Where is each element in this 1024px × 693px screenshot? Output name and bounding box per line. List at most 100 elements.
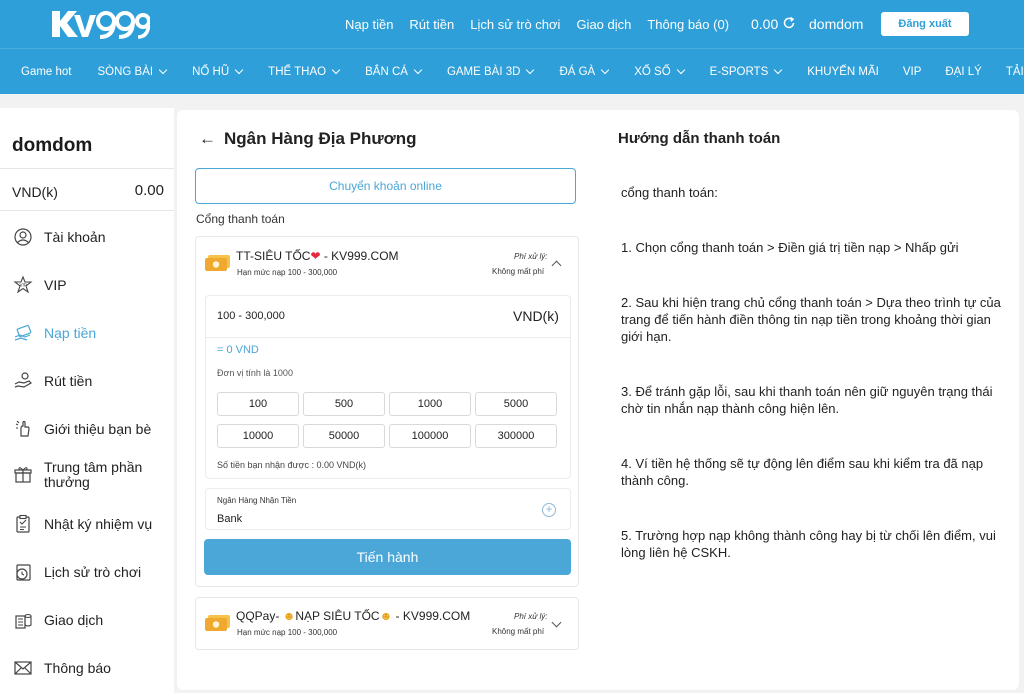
receiving-bank-select[interactable] bbox=[205, 488, 571, 530]
amount-chip[interactable]: 100000 bbox=[389, 424, 471, 448]
main-nav-item[interactable]: E-SPORTS bbox=[709, 65, 783, 78]
smile-emoji-icon: ☻ bbox=[379, 609, 393, 623]
guide-step: cổng thanh toán: bbox=[621, 185, 718, 200]
main-nav-item[interactable]: SÒNG BÀI bbox=[97, 65, 168, 78]
sidebar-divider bbox=[0, 168, 174, 169]
cash-icon bbox=[205, 615, 230, 631]
chevron-down-icon bbox=[331, 65, 341, 74]
proceed-button[interactable]: Tiến hành bbox=[204, 539, 571, 575]
sidebar-item-withdraw[interactable]: Rút tiền bbox=[12, 370, 172, 392]
sidebar-item-rewards-center[interactable]: Trung tâm phần thưởng bbox=[12, 460, 172, 490]
amount-chip[interactable]: 300000 bbox=[475, 424, 557, 448]
add-circle-icon[interactable]: + bbox=[542, 503, 556, 517]
main-nav-item[interactable]: KHUYẾN MÃI bbox=[807, 66, 879, 78]
refresh-icon[interactable] bbox=[782, 16, 796, 33]
chevron-down-icon bbox=[600, 65, 610, 74]
main-nav-item[interactable]: ĐÁ GÀ bbox=[559, 65, 610, 78]
gateway-name-suffix: - KV999.COM bbox=[320, 249, 399, 263]
sidebar-item-label: Rút tiền bbox=[44, 372, 93, 389]
top-nav-deposit[interactable]: Nạp tiền bbox=[345, 17, 393, 32]
sidebar-item-task-log[interactable]: Nhật ký nhiệm vụ bbox=[12, 513, 172, 535]
sidebar-item-label: Thông báo bbox=[44, 659, 111, 676]
main-nav-item[interactable]: XỔ SỐ bbox=[634, 65, 685, 78]
balance-display: 0.00 bbox=[751, 0, 796, 48]
main-nav-label: E-SPORTS bbox=[709, 65, 769, 78]
guide-step: 2. Sau khi hiện trang chủ cổng thanh toá… bbox=[621, 295, 1001, 344]
main-nav-item[interactable]: TẢI APP bbox=[1006, 66, 1024, 78]
main-nav-item[interactable]: NỔ HŨ bbox=[192, 65, 244, 78]
gateway-limit: Hạn mức nạp 100 - 300,000 bbox=[237, 628, 338, 637]
receive-amount-note: Số tiền bạn nhận được : 0.00 VND(k) bbox=[217, 460, 367, 470]
top-header: Nạp tiền Rút tiền Lịch sử trò chơi Giao … bbox=[0, 0, 1024, 48]
main-nav-label: BẮN CÁ bbox=[365, 65, 408, 78]
task-log-icon bbox=[12, 513, 34, 535]
main-nav-item[interactable]: THỂ THAO bbox=[268, 65, 341, 78]
amount-chip[interactable]: 500 bbox=[303, 392, 385, 416]
main-nav-item[interactable]: Game hot bbox=[21, 66, 72, 78]
sidebar-divider bbox=[0, 210, 174, 211]
main-nav-item[interactable]: BẮN CÁ bbox=[365, 65, 423, 78]
main-nav-item[interactable]: ĐẠI LÝ bbox=[945, 66, 981, 78]
sidebar-item-notifications[interactable]: Thông báo bbox=[12, 657, 172, 679]
top-nav: Nạp tiền Rút tiền Lịch sử trò chơi Giao … bbox=[345, 0, 745, 48]
top-nav-game-history[interactable]: Lịch sử trò chơi bbox=[470, 17, 560, 32]
chevron-down-icon bbox=[234, 65, 244, 74]
payment-guide-title: Hướng dẫn thanh toán bbox=[618, 130, 781, 147]
sidebar-currency: VND(k) bbox=[12, 184, 58, 200]
account-sidebar: domdom VND(k) 0.00 Tài khoản VIP VIP Nạp ti… bbox=[0, 108, 174, 693]
sidebar-balance: 0.00 bbox=[134, 182, 164, 199]
guide-step: 1. Chọn cổng thanh toán > Điền giá trị t… bbox=[621, 240, 959, 255]
amount-input[interactable]: 100 - 300,000 bbox=[217, 310, 285, 322]
tab-online-transfer[interactable]: Chuyển khoản online bbox=[195, 168, 576, 204]
gateway-name-suffix: - KV999.COM bbox=[392, 609, 471, 623]
amount-chip[interactable]: 1000 bbox=[389, 392, 471, 416]
amount-chip[interactable]: 10000 bbox=[217, 424, 299, 448]
cash-icon bbox=[205, 255, 230, 271]
amount-chip[interactable]: 100 bbox=[217, 392, 299, 416]
amount-chip[interactable]: 50000 bbox=[303, 424, 385, 448]
referral-icon bbox=[12, 418, 34, 440]
logout-button[interactable]: Đăng xuất bbox=[881, 12, 969, 36]
chevron-down-icon bbox=[774, 65, 783, 74]
kv999-logo[interactable] bbox=[46, 6, 150, 42]
main-nav-label: GAME BÀI 3D bbox=[446, 65, 521, 78]
main-nav-item[interactable]: VIP bbox=[903, 66, 922, 78]
top-nav-notifications[interactable]: Thông báo (0) bbox=[647, 17, 729, 32]
mail-icon bbox=[12, 657, 34, 679]
amount-chip[interactable]: 5000 bbox=[475, 392, 557, 416]
sidebar-item-transactions[interactable]: Giao dịch bbox=[12, 609, 172, 631]
top-nav-transactions[interactable]: Giao dịch bbox=[576, 17, 631, 32]
main-nav-label: THỂ THAO bbox=[268, 65, 327, 78]
gateway-card-qqpay[interactable] bbox=[195, 597, 579, 650]
sidebar-item-game-history[interactable]: Lịch sử trò chơi bbox=[12, 561, 172, 583]
main-nav-label: KHUYẾN MÃI bbox=[807, 65, 879, 78]
gateway-name-prefix: QQPay- bbox=[236, 609, 283, 623]
bank-label: Ngân Hàng Nhận Tiền bbox=[217, 496, 297, 505]
chevron-down-icon bbox=[158, 65, 168, 74]
deposit-icon bbox=[12, 322, 34, 344]
heart-icon: ❤ bbox=[310, 249, 321, 263]
sidebar-item-referral[interactable]: Giới thiệu bạn bè bbox=[12, 418, 172, 440]
gateway-name-prefix: TT-SIÊU TỐC bbox=[236, 249, 311, 263]
gateway-name: QQPay- ☻NẠP SIÊU TỐC☻ - KV999.COM bbox=[236, 609, 470, 623]
sidebar-item-vip[interactable]: VIP VIP bbox=[12, 274, 172, 296]
header-username[interactable]: domdom bbox=[809, 0, 863, 48]
top-nav-withdraw[interactable]: Rút tiền bbox=[409, 17, 454, 32]
fee-value: Không mất phí bbox=[492, 267, 545, 276]
back-arrow-icon[interactable]: ← bbox=[199, 129, 216, 149]
sidebar-item-label: Lịch sử trò chơi bbox=[44, 563, 142, 580]
bank-value: Bank bbox=[217, 513, 243, 525]
main-nav-label: TẢI APP bbox=[1005, 65, 1024, 78]
gateway-name: TT-SIÊU TỐC❤ - KV999.COM bbox=[236, 249, 399, 263]
sidebar-item-deposit[interactable]: Nạp tiền bbox=[12, 322, 172, 344]
main-nav-item[interactable]: GAME BÀI 3D bbox=[446, 65, 535, 78]
guide-step: 4. Ví tiền hệ thống sẽ tự động lên điểm … bbox=[621, 456, 984, 488]
main-nav-label: ĐÁ GÀ bbox=[559, 65, 596, 78]
chevron-down-icon bbox=[676, 65, 685, 74]
page-title: Ngân Hàng Địa Phương bbox=[224, 129, 417, 148]
main-nav-label: SÒNG BÀI bbox=[97, 65, 154, 78]
gift-icon bbox=[12, 464, 34, 486]
guide-step: 3. Để tránh gặp lỗi, sau khi thanh toán … bbox=[621, 384, 993, 416]
sidebar-item-account[interactable]: Tài khoản bbox=[12, 226, 172, 248]
main-nav-label: Game hot bbox=[21, 65, 72, 78]
